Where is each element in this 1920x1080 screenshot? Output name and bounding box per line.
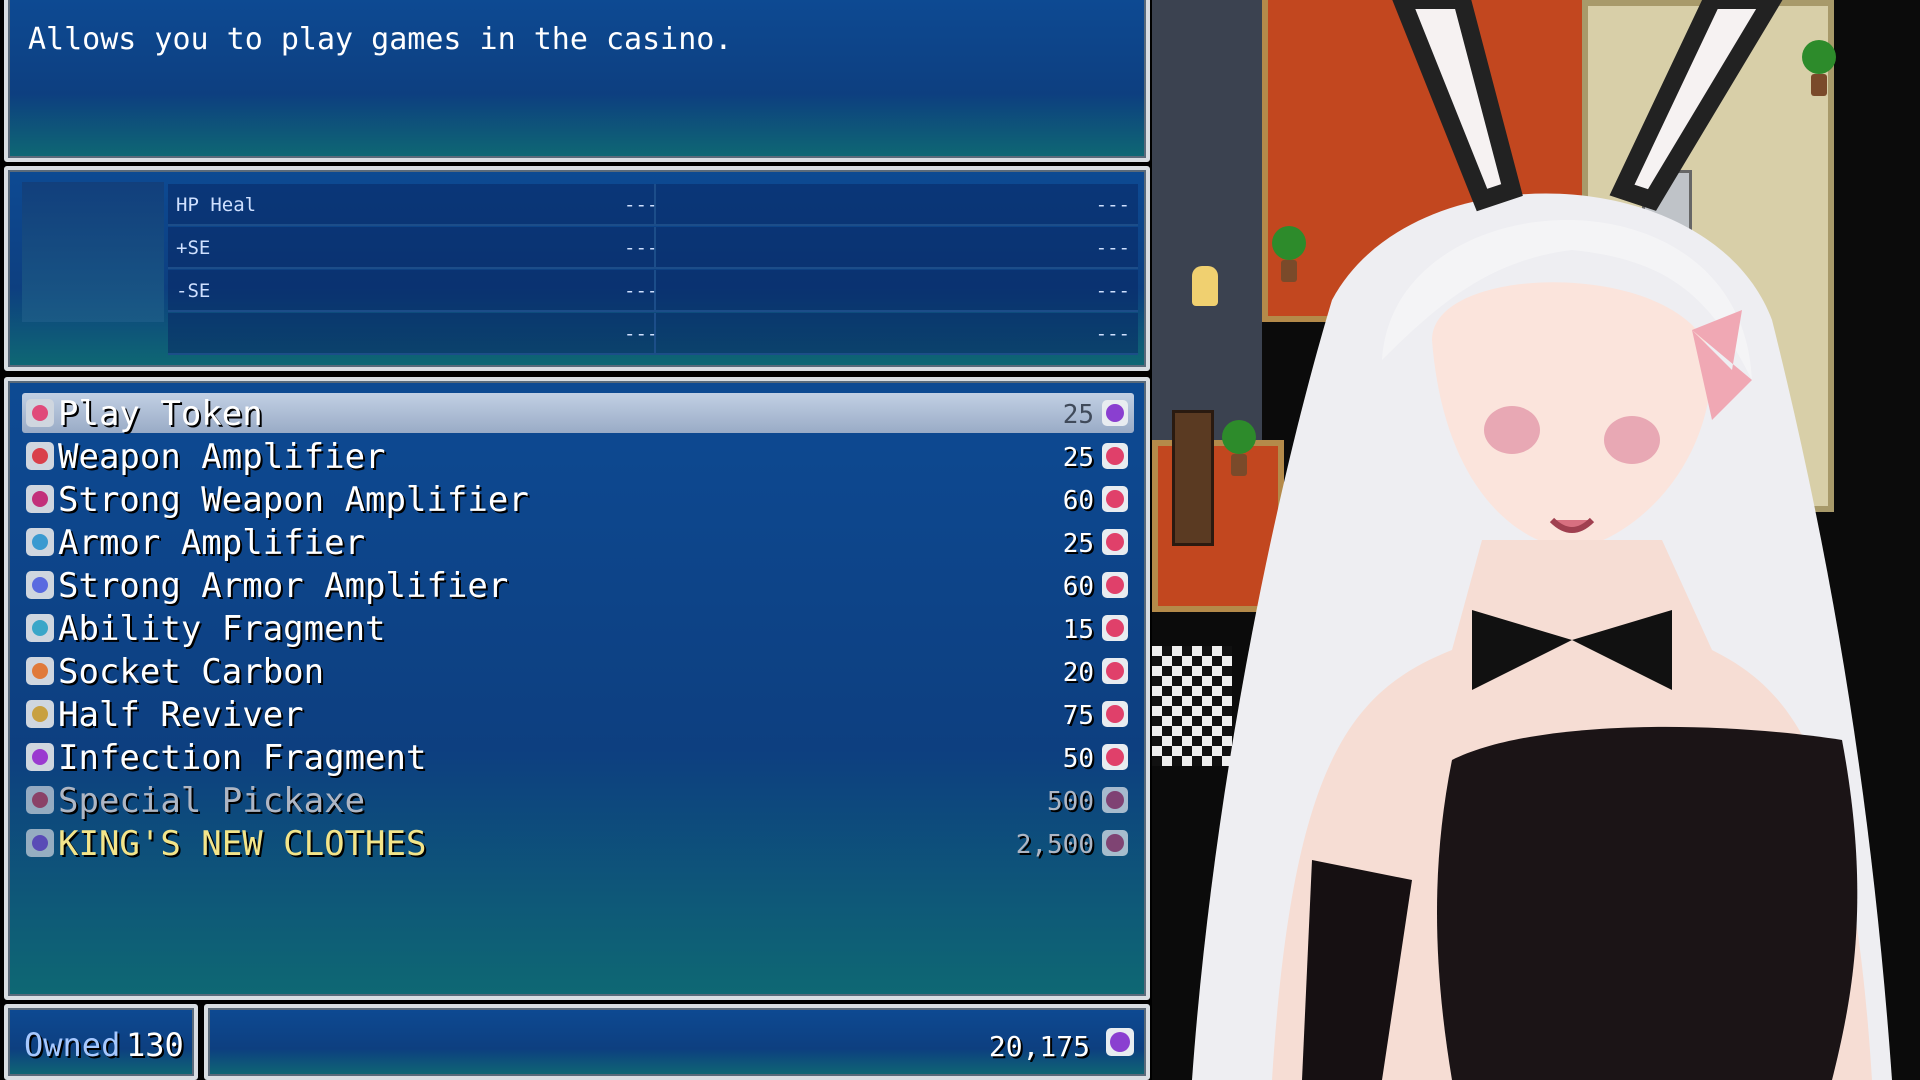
status-value-new: --- [1095, 280, 1130, 302]
owned-window: Owned 130 [4, 1004, 198, 1080]
shop-item-play-token[interactable]: Play Token 25 [22, 393, 1134, 434]
shop-item-ability-fragment[interactable]: Ability Fragment 15 [22, 608, 1134, 649]
item-price: 20 [1062, 658, 1094, 688]
shop-item-half-reviver[interactable]: Half Reviver 75 [22, 694, 1134, 735]
status-divider [654, 184, 656, 224]
item-name: Strong Weapon Amplifier [58, 480, 529, 520]
medal-currency-icon [1102, 572, 1128, 598]
shop-item-special-pickaxe[interactable]: Special Pickaxe 500 [22, 780, 1134, 821]
item-price: 60 [1062, 572, 1094, 602]
item-name: Armor Amplifier [58, 523, 366, 563]
item-name: Infection Fragment [58, 738, 427, 778]
medal-currency-icon [1102, 486, 1128, 512]
shop-item-list: Play Token 25 Weapon Amplifier 25 Strong… [4, 377, 1150, 1000]
status-divider [654, 270, 656, 310]
owned-count: 130 [126, 1026, 184, 1064]
item-price: 75 [1062, 701, 1094, 731]
medal-currency-icon [1102, 658, 1128, 684]
currency-amount: 20,175 [988, 1030, 1090, 1063]
half-reviver-icon [26, 700, 54, 728]
shop-item-armor-amplifier[interactable]: Armor Amplifier 25 [22, 522, 1134, 563]
medal-currency-icon [1102, 744, 1128, 770]
armor-amplifier-icon [26, 528, 54, 556]
shop-item-strong-weapon-amplifier[interactable]: Strong Weapon Amplifier 60 [22, 479, 1134, 520]
socket-carbon-icon [26, 657, 54, 685]
strong-weapon-amplifier-icon [26, 485, 54, 513]
item-name: KING'S NEW CLOTHES [58, 824, 427, 864]
help-text: Allows you to play games in the casino. [28, 22, 733, 57]
medal-currency-icon [1102, 529, 1128, 555]
item-price: 25 [1062, 529, 1094, 559]
item-name: Socket Carbon [58, 652, 325, 692]
item-price: 2,500 [1015, 830, 1094, 860]
item-price: 50 [1062, 744, 1094, 774]
shop-item-socket-carbon[interactable]: Socket Carbon 20 [22, 651, 1134, 692]
item-price: 60 [1062, 486, 1094, 516]
status-row: --- --- [168, 313, 1138, 355]
eye-right [1604, 416, 1660, 464]
medal-currency-icon [1102, 787, 1128, 813]
status-window: HP Heal --- --- +SE --- --- -SE --- --- … [4, 166, 1150, 371]
bunny-ear-left [1392, 0, 1523, 212]
medal-currency-icon [1102, 615, 1128, 641]
item-name: Weapon Amplifier [58, 437, 386, 477]
ability-fragment-icon [26, 614, 54, 642]
bunny-girl-portrait [1192, 0, 1892, 1080]
item-name: Strong Armor Amplifier [58, 566, 509, 606]
help-window: Allows you to play games in the casino. [4, 0, 1150, 162]
mouth [1549, 517, 1595, 533]
currency-window: 20,175 [204, 1004, 1150, 1080]
kings-new-clothes-icon [26, 829, 54, 857]
item-price: 25 [1062, 400, 1094, 430]
actor-portrait-slot [22, 182, 164, 322]
token-currency-icon [1106, 1028, 1134, 1056]
bunny-ear-right [1609, 0, 1783, 211]
item-name: Play Token [58, 394, 263, 434]
status-label: HP Heal [176, 194, 257, 216]
item-price: 500 [1047, 787, 1094, 817]
strong-armor-amplifier-icon [26, 571, 54, 599]
item-price: 25 [1062, 443, 1094, 473]
eye-left [1484, 406, 1540, 454]
weapon-amplifier-icon [26, 442, 54, 470]
status-divider [654, 313, 656, 353]
status-row: +SE --- --- [168, 227, 1138, 269]
item-price: 15 [1062, 615, 1094, 645]
medal-currency-icon [1102, 701, 1128, 727]
medal-currency-icon [1102, 830, 1128, 856]
shop-item-kings-new-clothes[interactable]: KING'S NEW CLOTHES 2,500 [22, 823, 1134, 864]
status-value-new: --- [1095, 194, 1130, 216]
item-name: Special Pickaxe [58, 781, 366, 821]
infection-fragment-icon [26, 743, 54, 771]
status-divider [654, 227, 656, 267]
status-value-new: --- [1095, 237, 1130, 259]
shop-item-strong-armor-amplifier[interactable]: Strong Armor Amplifier 60 [22, 565, 1134, 606]
special-pickaxe-icon [26, 786, 54, 814]
medal-currency-icon [1102, 443, 1128, 469]
play-token-icon [26, 399, 54, 427]
item-name: Ability Fragment [58, 609, 386, 649]
black-corset [1437, 726, 1858, 1080]
shop-item-weapon-amplifier[interactable]: Weapon Amplifier 25 [22, 436, 1134, 477]
token-currency-icon [1102, 400, 1128, 426]
status-label: +SE [176, 237, 211, 259]
status-value-new: --- [1095, 323, 1130, 345]
status-row: HP Heal --- --- [168, 184, 1138, 226]
shop-item-infection-fragment[interactable]: Infection Fragment 50 [22, 737, 1134, 778]
owned-label: Owned [24, 1026, 121, 1064]
status-label: -SE [176, 280, 211, 302]
item-name: Half Reviver [58, 695, 304, 735]
status-row: -SE --- --- [168, 270, 1138, 312]
